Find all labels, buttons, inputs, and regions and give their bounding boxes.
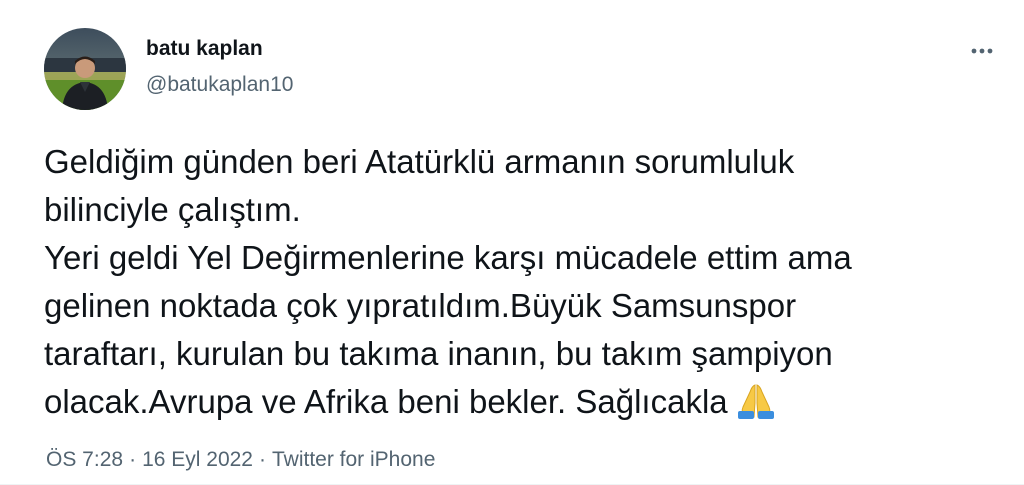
tweet-card: batu kaplan @batukaplan10 Geldiğim günde… [0,0,1024,485]
folded-hands-emoji-icon [734,383,778,432]
tweet-text-line: bilinciyle çalıştım. [44,191,301,228]
user-handle[interactable]: @batukaplan10 [146,73,293,97]
tweet-text-last-line: olacak.Avrupa ve Afrika beni bekler. Sağ… [44,378,994,432]
tweet-text-line: olacak.Avrupa ve Afrika beni bekler. Sağ… [44,383,728,420]
more-options-button[interactable] [960,32,1004,68]
tweet-time[interactable]: ÖS 7:28 [46,448,123,471]
tweet-text-line: gelinen noktada çok yıpratıldım.Büyük Sa… [44,287,797,324]
tweet-date[interactable]: 16 Eyl 2022 [142,448,253,471]
avatar[interactable] [44,28,126,110]
tweet-meta: ÖS 7:28 · 16 Eyl 2022 · Twitter for iPhone [46,448,435,472]
tweet-text-line: Yeri geldi Yel Değirmenlerine karşı müca… [44,239,852,276]
tweet-text: Geldiğim günden beri Atatürklü armanın s… [44,138,994,432]
display-name[interactable]: batu kaplan [146,37,263,61]
tweet-source[interactable]: Twitter for iPhone [272,448,435,471]
tweet-text-line: Geldiğim günden beri Atatürklü armanın s… [44,143,795,180]
meta-separator: · [129,448,137,471]
meta-separator: · [258,448,266,471]
more-horizontal-icon [971,41,993,59]
tweet-text-line: taraftarı, kurulan bu takıma inanın, bu … [44,335,833,372]
